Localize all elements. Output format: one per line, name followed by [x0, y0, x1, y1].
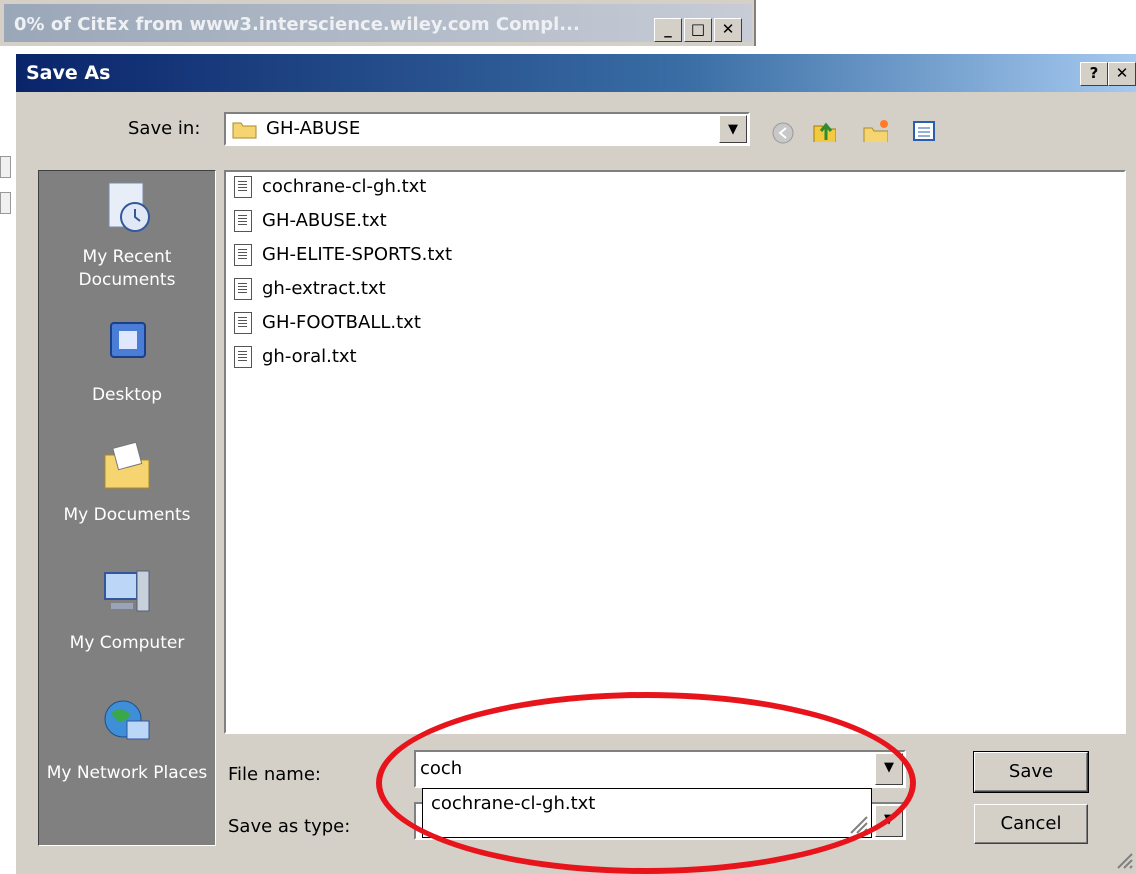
save-in-value: GH-ABUSE	[266, 118, 361, 139]
cancel-button-label: Cancel	[1000, 813, 1062, 834]
file-name: gh-extract.txt	[262, 278, 386, 299]
dialog-titlebar[interactable]: Save As ? ✕	[16, 54, 1136, 92]
file-name-input[interactable]: coch ▼	[414, 750, 906, 788]
file-name: GH-ABUSE.txt	[262, 210, 387, 231]
up-folder-icon[interactable]	[810, 116, 836, 142]
list-item[interactable]: gh-oral.txt	[234, 346, 357, 376]
list-item[interactable]: cochrane-cl-gh.txt	[234, 176, 426, 206]
place-my-computer[interactable]: My Computer	[39, 565, 215, 655]
file-name: GH-ELITE-SPORTS.txt	[262, 244, 453, 265]
background-window-title: 0% of CitEx from www3.interscience.wiley…	[14, 14, 580, 35]
place-label: Desktop	[91, 385, 163, 405]
places-bar: My Recent Documents Desktop My Documents…	[38, 170, 216, 846]
new-folder-icon[interactable]	[862, 116, 888, 142]
list-item[interactable]: gh-extract.txt	[234, 278, 386, 308]
text-file-icon	[234, 210, 252, 232]
list-item[interactable]: GH-ELITE-SPORTS.txt	[234, 244, 452, 274]
help-button[interactable]: ?	[1080, 62, 1108, 86]
file-list[interactable]: cochrane-cl-gh.txt GH-ABUSE.txt GH-ELITE…	[224, 170, 1126, 734]
text-file-icon	[234, 244, 252, 266]
text-file-icon	[234, 176, 252, 198]
save-as-type-label: Save as type:	[228, 816, 351, 837]
save-button[interactable]: Save	[973, 751, 1089, 793]
file-name-label: File name:	[228, 764, 321, 785]
save-in-label: Save in:	[128, 118, 201, 139]
cancel-button[interactable]: Cancel	[974, 804, 1088, 844]
close-button[interactable]: ✕	[1108, 62, 1136, 86]
chevron-down-icon[interactable]: ▼	[719, 115, 747, 143]
place-label: My Recent Documents	[78, 247, 176, 290]
save-in-combo[interactable]: GH-ABUSE ▼	[224, 112, 750, 146]
maximize-button[interactable]: □	[684, 18, 712, 42]
recent-documents-icon	[108, 182, 150, 232]
save-as-dialog: Save As ? ✕ Save in: GH-ABUSE ▼ My Recen…	[14, 54, 1136, 874]
file-name: gh-oral.txt	[262, 346, 357, 367]
text-file-icon	[234, 278, 252, 300]
text-file-icon	[234, 312, 252, 334]
place-label: My Computer	[69, 633, 185, 653]
my-computer-icon	[104, 570, 150, 612]
desktop-icon	[110, 322, 146, 358]
text-file-icon	[234, 346, 252, 368]
network-places-icon	[104, 700, 150, 740]
background-control	[0, 192, 11, 214]
autocomplete-dropdown: cochrane-cl-gh.txt	[422, 788, 872, 838]
place-label: My Network Places	[46, 763, 208, 783]
my-documents-icon	[104, 441, 150, 489]
resize-grip-icon[interactable]	[847, 813, 869, 835]
close-button[interactable]: ✕	[714, 18, 742, 42]
dialog-resize-grip-icon[interactable]	[1114, 850, 1134, 870]
place-label: My Documents	[63, 505, 191, 525]
view-menu-icon[interactable]	[912, 118, 938, 144]
place-my-network-places[interactable]: My Network Places	[39, 695, 215, 785]
autocomplete-item[interactable]: cochrane-cl-gh.txt	[431, 793, 595, 814]
background-window: 0% of CitEx from www3.interscience.wiley…	[0, 0, 756, 46]
file-name: cochrane-cl-gh.txt	[262, 176, 427, 197]
chevron-down-icon[interactable]: ▼	[875, 805, 903, 837]
place-desktop[interactable]: Desktop	[39, 317, 215, 407]
place-my-documents[interactable]: My Documents	[39, 437, 215, 527]
file-name: GH-FOOTBALL.txt	[262, 312, 421, 333]
chevron-down-icon[interactable]: ▼	[875, 753, 903, 785]
background-window-titlebar[interactable]: 0% of CitEx from www3.interscience.wiley…	[4, 4, 752, 42]
save-button-label: Save	[1008, 761, 1054, 782]
list-item[interactable]: GH-ABUSE.txt	[234, 210, 387, 240]
background-window-edge	[0, 46, 14, 526]
dialog-title: Save As	[26, 62, 111, 84]
back-icon[interactable]	[770, 120, 796, 146]
file-name-value: coch	[420, 758, 463, 779]
folder-icon	[232, 122, 257, 139]
minimize-button[interactable]: _	[654, 18, 682, 42]
list-item[interactable]: GH-FOOTBALL.txt	[234, 312, 421, 342]
background-control	[0, 156, 11, 178]
place-recent-documents[interactable]: My Recent Documents	[39, 179, 215, 292]
file-name-label-text: File name:	[228, 764, 321, 785]
